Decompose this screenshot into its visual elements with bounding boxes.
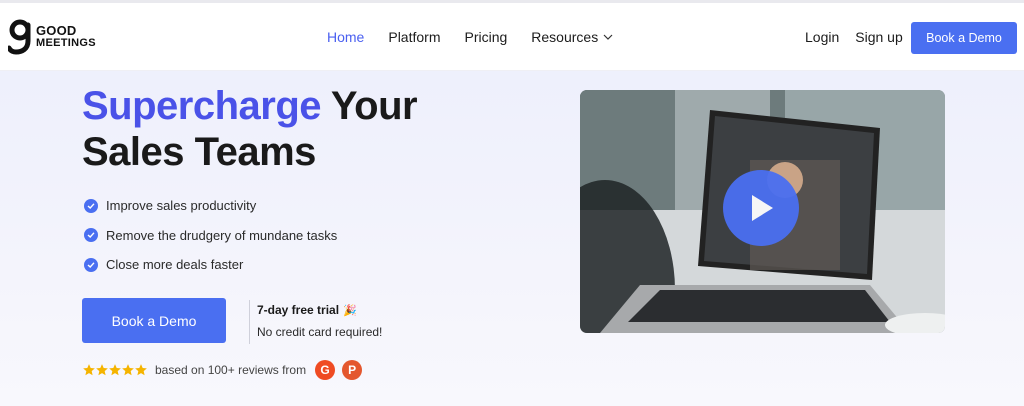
reviews-text: based on 100+ reviews from (155, 363, 307, 377)
nav-resources-label: Resources (531, 29, 599, 45)
star-icon (96, 364, 108, 376)
star-icon (135, 364, 147, 376)
hero-section: Supercharge Your Sales Teams Improve sal… (0, 71, 1024, 406)
hero-headline: Supercharge Your Sales Teams (82, 83, 502, 175)
auth-links: Login Sign up (805, 29, 919, 45)
nav-resources[interactable]: Resources (531, 29, 613, 45)
headline-accent: Supercharge (82, 84, 322, 128)
nav-home[interactable]: Home (327, 29, 364, 45)
login-link[interactable]: Login (805, 29, 839, 45)
logo-line2: MEETINGS (36, 37, 96, 49)
reviews-rating: based on 100+ reviews from G P (82, 360, 363, 380)
logo-g-icon (8, 19, 31, 55)
site-header: GOOD MEETINGS Home Platform Pricing Reso… (0, 3, 1024, 71)
feature-text: Remove the drudgery of mundane tasks (106, 227, 338, 243)
main-nav: Home Platform Pricing Resources (327, 29, 637, 45)
product-hunt-logo-icon[interactable]: P (342, 360, 363, 380)
play-button[interactable] (723, 170, 799, 246)
star-icon (122, 364, 134, 376)
demo-video[interactable] (580, 90, 945, 333)
list-item: Improve sales productivity (84, 191, 337, 221)
headline-part1: Your (330, 84, 418, 128)
divider (249, 300, 250, 344)
chevron-down-icon (603, 34, 613, 40)
feature-text: Close more deals faster (106, 257, 244, 273)
trial-note: No credit card required! (257, 325, 383, 339)
list-item: Close more deals faster (84, 250, 337, 280)
feature-text: Improve sales productivity (106, 198, 257, 214)
header-book-demo-button[interactable]: Book a Demo (911, 22, 1017, 54)
star-icon (109, 364, 121, 376)
play-icon (752, 195, 773, 221)
logo-wordmark: GOOD MEETINGS (36, 23, 96, 49)
check-circle-icon (84, 228, 98, 243)
trial-title: 7-day free trial 🎉 (257, 303, 382, 317)
signup-link[interactable]: Sign up (855, 29, 902, 45)
star-rating (82, 363, 147, 377)
headline-part2: Sales Teams (82, 130, 316, 174)
check-circle-icon (84, 198, 98, 213)
trial-title-text: 7-day free trial (257, 303, 340, 317)
trial-info: 7-day free trial 🎉 No credit card requir… (257, 303, 382, 339)
g2-logo-icon[interactable]: G (315, 360, 336, 380)
logo-line1: GOOD (36, 23, 77, 38)
feature-list: Improve sales productivity Remove the dr… (84, 191, 337, 280)
list-item: Remove the drudgery of mundane tasks (84, 221, 337, 251)
star-icon (83, 364, 95, 376)
nav-platform[interactable]: Platform (388, 29, 440, 45)
nav-pricing[interactable]: Pricing (464, 29, 507, 45)
party-popper-icon: 🎉 (343, 304, 357, 317)
check-circle-icon (84, 257, 98, 272)
hero-book-demo-button[interactable]: Book a Demo (82, 298, 226, 343)
logo[interactable]: GOOD MEETINGS (8, 19, 96, 55)
